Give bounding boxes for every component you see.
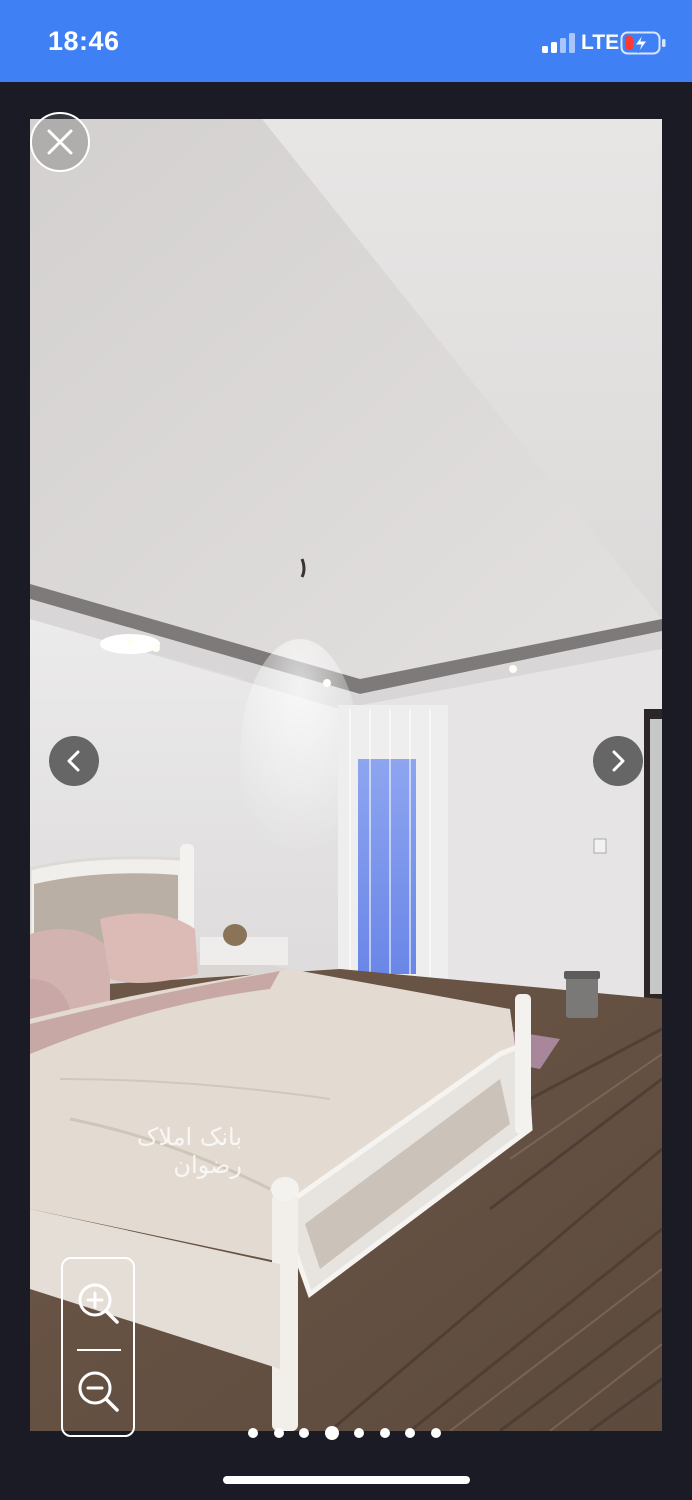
- close-button[interactable]: [30, 112, 90, 172]
- network-type: LTE: [581, 31, 620, 54]
- pagination-dot[interactable]: [405, 1428, 415, 1438]
- battery-charging-icon: [620, 31, 666, 55]
- signal-strength-icon: [542, 33, 575, 53]
- pagination-dot[interactable]: [379, 1428, 390, 1438]
- pagination-dot[interactable]: [273, 1428, 284, 1438]
- next-photo-button[interactable]: [593, 736, 643, 786]
- pagination-dot-active[interactable]: [324, 1426, 339, 1440]
- zoom-out-icon: [78, 1371, 119, 1412]
- pagination-dot[interactable]: [354, 1428, 364, 1438]
- chevron-right-icon: [612, 750, 625, 772]
- pagination-dot[interactable]: [248, 1428, 258, 1438]
- bedroom-photo-image: [30, 119, 662, 1431]
- pagination-dot[interactable]: [299, 1428, 309, 1438]
- close-icon: [47, 129, 73, 155]
- status-bar: 18:46 LTE: [0, 0, 692, 82]
- photo-pagination: [248, 1425, 456, 1441]
- pagination-dot[interactable]: [430, 1428, 441, 1438]
- zoom-out-button[interactable]: [76, 1369, 120, 1413]
- home-indicator[interactable]: [223, 1476, 470, 1484]
- zoom-in-button[interactable]: [76, 1281, 120, 1325]
- listing-photo[interactable]: بانک املاک رضوان: [30, 119, 662, 1431]
- zoom-divider: [77, 1349, 121, 1351]
- zoom-controls: [61, 1257, 135, 1437]
- zoom-in-icon: [78, 1283, 119, 1324]
- previous-photo-button[interactable]: [49, 736, 99, 786]
- watermark-text: بانک املاک رضوان: [136, 1123, 242, 1179]
- chevron-left-icon: [67, 750, 80, 772]
- status-time: 18:46: [48, 26, 120, 56]
